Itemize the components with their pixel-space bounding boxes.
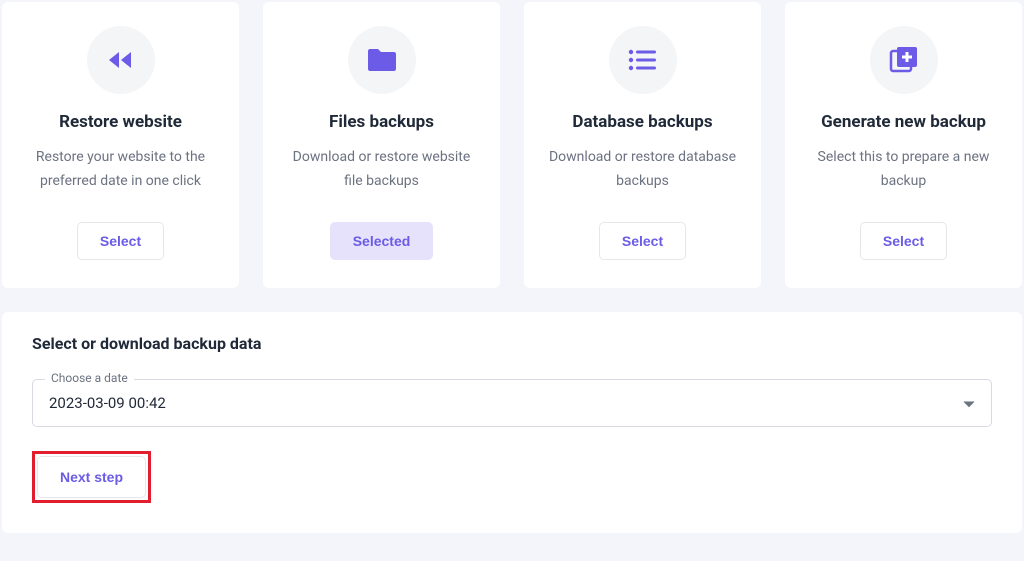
next-step-button[interactable]: Next step (37, 456, 146, 498)
select-button-generate[interactable]: Select (860, 222, 947, 260)
backup-option-cards: Restore website Restore your website to … (2, 2, 1022, 288)
select-button-database[interactable]: Select (599, 222, 686, 260)
backup-data-panel: Select or download backup data Choose a … (2, 312, 1022, 533)
date-field-value: 2023-03-09 00:42 (49, 394, 975, 412)
card-database-backups: Database backups Download or restore dat… (524, 2, 761, 288)
date-select-field[interactable]: Choose a date 2023-03-09 00:42 (32, 379, 992, 427)
chevron-down-icon[interactable] (963, 394, 975, 413)
card-title: Files backups (329, 112, 434, 132)
folder-icon (348, 26, 416, 94)
card-description: Download or restore database backups (544, 146, 741, 194)
card-title: Restore website (59, 112, 182, 132)
card-generate-backup: Generate new backup Select this to prepa… (785, 2, 1022, 288)
selected-button-files[interactable]: Selected (330, 222, 434, 260)
next-step-highlight: Next step (32, 451, 151, 503)
rewind-icon (87, 26, 155, 94)
card-description: Select this to prepare a new backup (805, 146, 1002, 194)
card-description: Restore your website to the preferred da… (22, 146, 219, 194)
card-description: Download or restore website file backups (283, 146, 480, 194)
panel-title: Select or download backup data (32, 334, 992, 353)
card-restore-website: Restore website Restore your website to … (2, 2, 239, 288)
select-button-restore[interactable]: Select (77, 222, 164, 260)
add-backup-icon (870, 26, 938, 94)
card-files-backups: Files backups Download or restore websit… (263, 2, 500, 288)
card-title: Generate new backup (821, 112, 986, 132)
card-title: Database backups (572, 112, 712, 132)
date-field-label: Choose a date (45, 371, 134, 385)
list-icon (609, 26, 677, 94)
